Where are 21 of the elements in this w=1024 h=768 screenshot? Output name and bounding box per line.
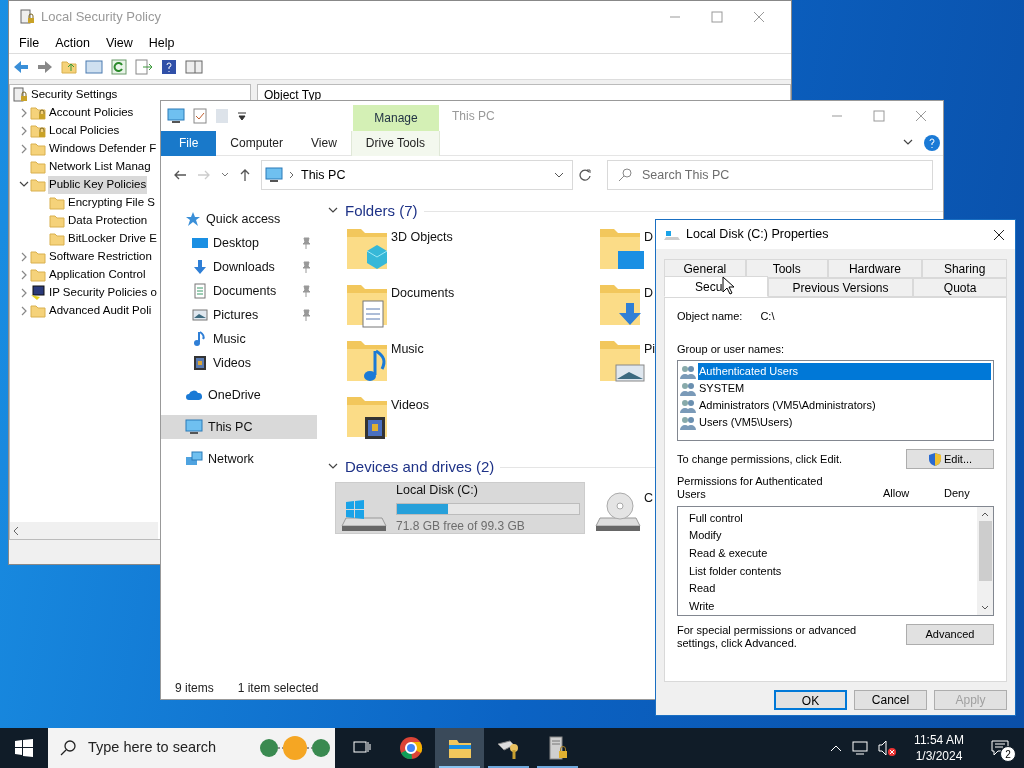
permission-item: Full control — [689, 510, 744, 526]
window-title: This PC — [452, 108, 495, 125]
permission-item: Read & execute — [689, 545, 769, 561]
status-text: 9 items — [175, 680, 214, 697]
object-name-value: C:\ — [760, 309, 775, 324]
help-text: To change permissions, click Edit. — [677, 451, 843, 467]
notification-badge: 2 — [1000, 746, 1016, 762]
column-header: Deny — [944, 485, 971, 501]
permission-item: Write — [689, 598, 716, 614]
field-label: Permissions for Authenticated Users — [677, 475, 824, 501]
permission-item: List folder contents — [689, 563, 783, 579]
permission-item: Read — [689, 581, 717, 597]
status-text: 1 item selected — [237, 680, 319, 697]
column-header: Allow — [883, 485, 911, 501]
window-title: Local Security Policy — [41, 8, 161, 27]
dialog-button: Apply — [934, 690, 1007, 710]
dialog-title: Local Disk (C:) Properties — [686, 226, 830, 244]
help-text: For special permissions or advanced settings, click Advanced. — [677, 624, 858, 650]
field-label: Object name: — [677, 309, 743, 324]
permission-item: Modify — [689, 528, 723, 544]
field-label: Group or user names: — [677, 341, 785, 357]
